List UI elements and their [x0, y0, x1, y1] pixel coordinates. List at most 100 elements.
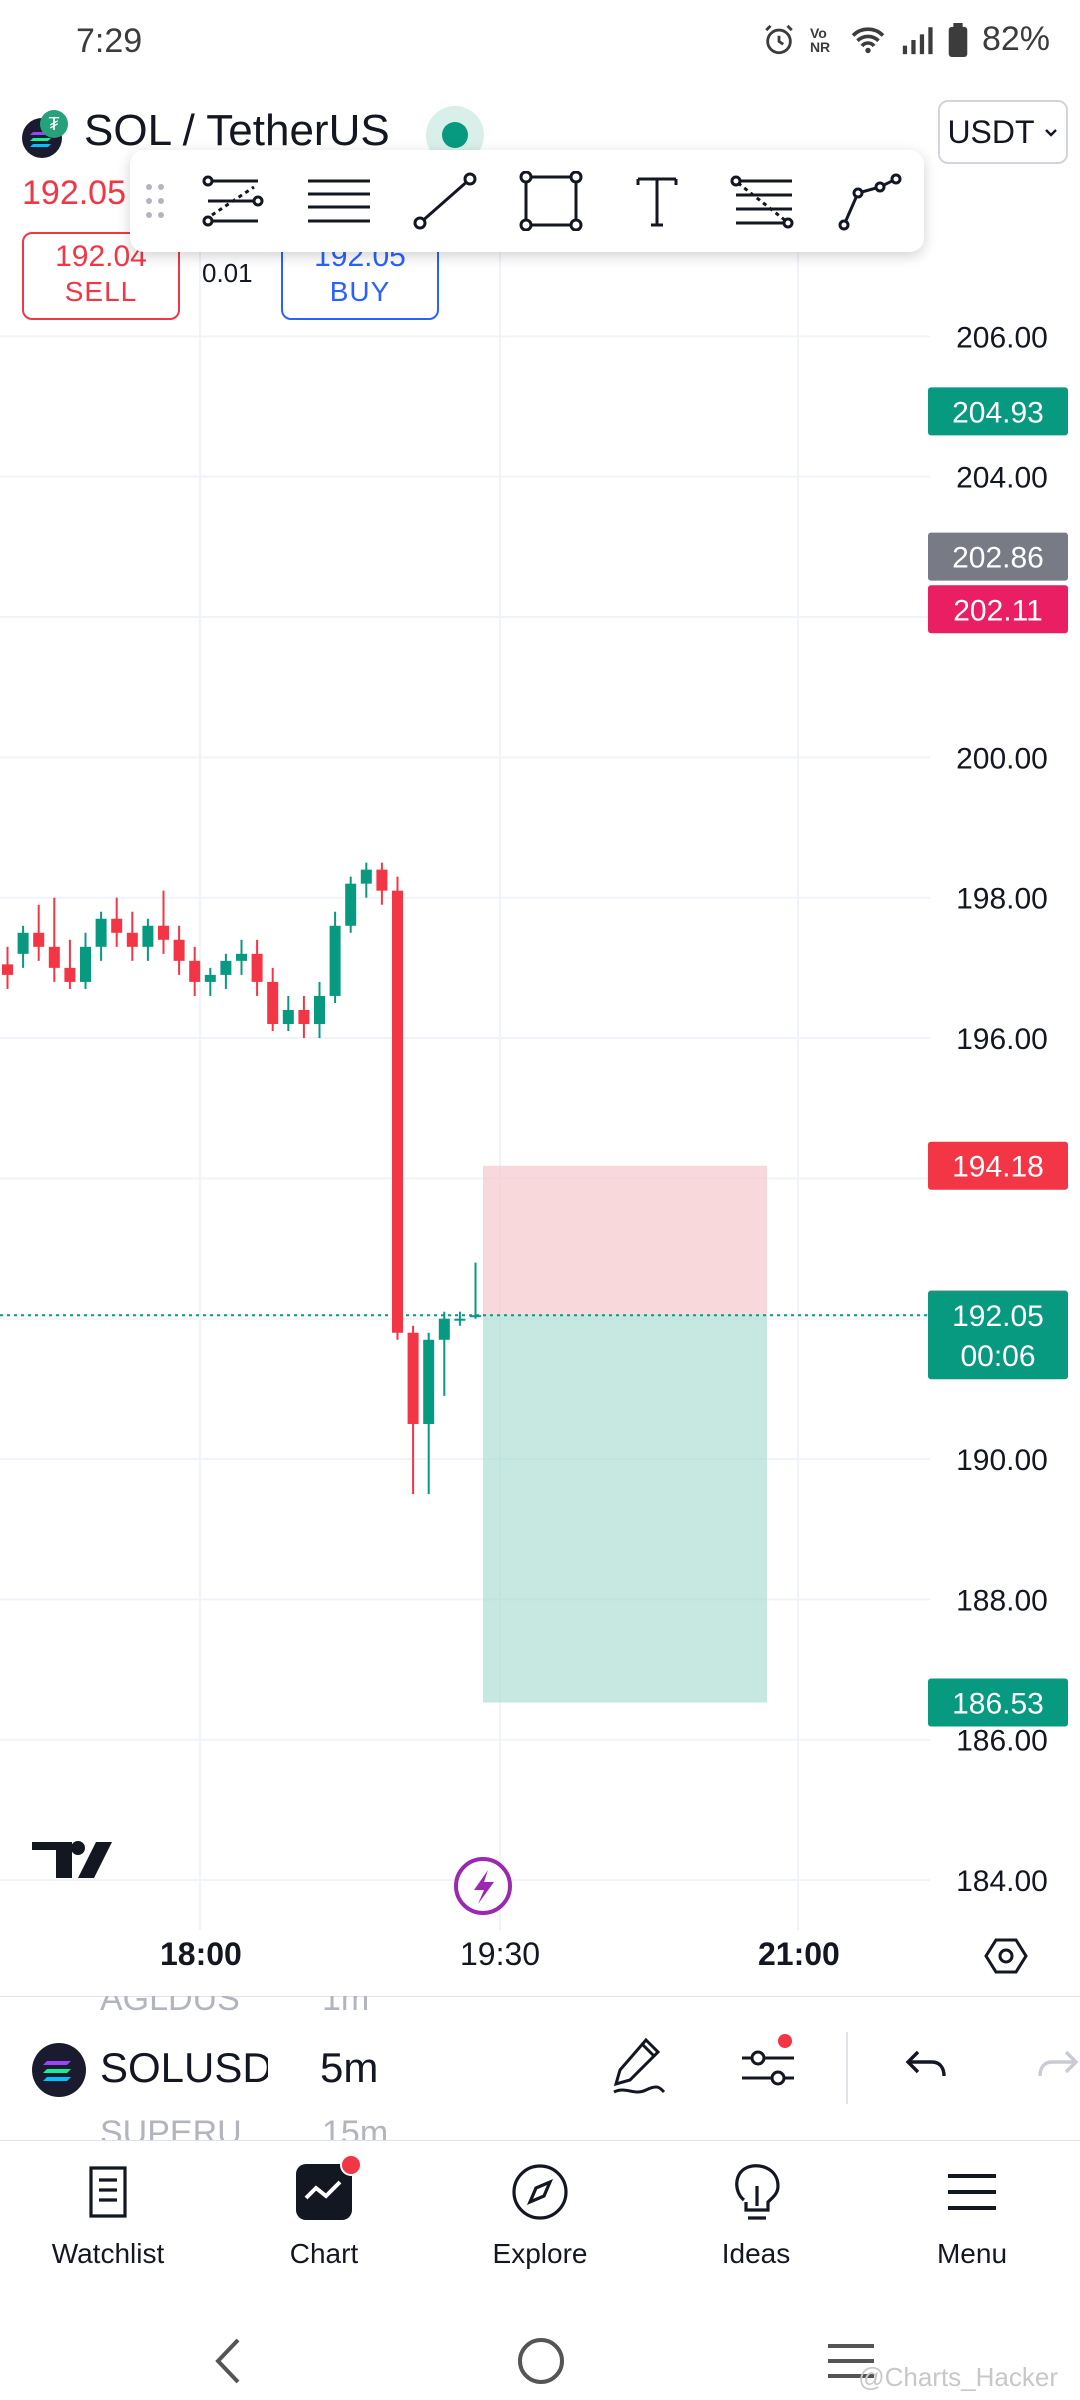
- home-nav-icon[interactable]: [516, 2336, 566, 2386]
- redo-icon[interactable]: [1036, 2046, 1080, 2086]
- candle-body: [282, 1009, 294, 1025]
- candle-body: [329, 925, 341, 996]
- price-axis-label: 200.00: [956, 742, 1048, 775]
- nav-chart[interactable]: Chart: [216, 2142, 432, 2292]
- current-symbol[interactable]: SOLUSDT: [100, 2044, 268, 2092]
- nav-ideas[interactable]: Ideas: [648, 2142, 864, 2292]
- watermark: @Charts_Hacker: [858, 2362, 1058, 2392]
- price-axis-label: 188.00: [956, 1584, 1048, 1617]
- time-tick-18-00: 18:00: [160, 1936, 242, 1972]
- candle-body: [64, 967, 76, 982]
- candle-body: [470, 1315, 481, 1318]
- nav-menu[interactable]: Menu: [864, 2142, 1080, 2292]
- nav-label-explore: Explore: [492, 2238, 588, 2269]
- candle-body: [345, 883, 357, 926]
- horizontal-lines-tool[interactable]: [286, 156, 392, 246]
- candle-body: [251, 953, 263, 982]
- ghost-interval-below: 15m: [322, 2114, 389, 2141]
- candle-body: [189, 960, 201, 982]
- alarm-icon: [765, 24, 793, 54]
- candle-body: [142, 925, 154, 947]
- time-tick-21-00: 21:00: [758, 1936, 840, 1972]
- chart-settings-icon[interactable]: [984, 1934, 1028, 1978]
- time-tick-19-30: 19:30: [460, 1936, 541, 1972]
- horizontal-lines-icon: [308, 179, 370, 223]
- candle-body: [204, 974, 216, 982]
- ghost-symbol-above: AGLDUS: [100, 1996, 240, 2018]
- candle-body: [80, 946, 91, 982]
- current-interval[interactable]: 5m: [320, 2044, 378, 2092]
- time-axis[interactable]: 18:00 19:30 21:00: [0, 1930, 1080, 1997]
- candle-body: [2, 964, 13, 975]
- status-bar: 7:29 Vo NR 82%: [0, 0, 1080, 90]
- price-axis-label: 186.00: [956, 1725, 1048, 1758]
- nav-watchlist[interactable]: Watchlist: [0, 2142, 216, 2292]
- trend-line-tool[interactable]: [392, 156, 498, 246]
- wifi-icon: [851, 26, 885, 53]
- tradingview-logo-dot: [71, 1841, 85, 1855]
- fib-retracement-icon: [730, 175, 794, 229]
- network-type-label: Vo NR: [809, 24, 831, 55]
- candle-body: [126, 932, 138, 947]
- ghost-symbol-below: SUPERU: [100, 2114, 242, 2141]
- path-tool[interactable]: [816, 156, 922, 246]
- nav-label-chart: Chart: [289, 2238, 359, 2269]
- trend-angle-icon: [202, 175, 264, 227]
- row-divider: [846, 2032, 848, 2104]
- text-tool[interactable]: [604, 156, 710, 246]
- candle-body: [438, 1318, 450, 1340]
- bottom-nav: Watchlist Chart Explore Ideas Menu: [0, 2142, 1080, 2292]
- solana-icon: [32, 2043, 86, 2097]
- candle-body: [158, 925, 169, 940]
- chevron-down-icon: [1044, 129, 1057, 137]
- chart-area[interactable]: 208.00206.00204.00200.00198.00196.00190.…: [0, 250, 1080, 1930]
- candle-body: [111, 918, 123, 933]
- trend-line-icon: [413, 172, 477, 230]
- watchlist-icon: [76, 2160, 140, 2224]
- price-badge-countdown: 00:06: [960, 1340, 1035, 1373]
- menu-icon: [940, 2160, 1004, 2224]
- ghost-interval-above: 1m: [322, 1996, 370, 2018]
- currency-select[interactable]: USDT: [938, 100, 1068, 164]
- back-nav-icon[interactable]: [210, 2336, 246, 2386]
- price-axis-label: 198.00: [956, 883, 1048, 916]
- currency-value: USDT: [947, 113, 1035, 150]
- price-badge-label: 202.86: [952, 542, 1044, 575]
- candle-body: [298, 1009, 310, 1025]
- candle-body: [314, 995, 325, 1025]
- price-badge-label: 202.11: [953, 594, 1043, 627]
- price-axis-label: 196.00: [956, 1023, 1048, 1056]
- svg-text:₮: ₮: [49, 114, 60, 134]
- symbol-title[interactable]: SOL / TetherUS: [84, 106, 390, 156]
- nav-explore[interactable]: Explore: [432, 2142, 648, 2292]
- candle-body: [376, 869, 388, 891]
- nav-label-ideas: Ideas: [721, 2238, 791, 2269]
- tether-badge-icon: ₮: [40, 110, 68, 138]
- path-icon: [838, 173, 902, 231]
- drawing-toolbar[interactable]: [130, 150, 924, 252]
- rectangle-tool[interactable]: [498, 156, 604, 246]
- price-badge-label: 204.93: [952, 396, 1044, 429]
- undo-icon[interactable]: [904, 2046, 948, 2086]
- drag-handle-icon[interactable]: [130, 181, 180, 221]
- market-open-indicator: [442, 122, 468, 148]
- candle-body: [392, 890, 403, 1333]
- position-stop-zone: [483, 1165, 767, 1315]
- price-badge-label: 192.05: [952, 1300, 1044, 1333]
- price-chart[interactable]: 208.00206.00204.00200.00198.00196.00190.…: [0, 250, 1080, 1930]
- candle-body: [236, 953, 247, 961]
- status-icons: Vo NR 82%: [762, 20, 1050, 59]
- candle-body: [48, 946, 60, 968]
- fib-retracement-tool[interactable]: [710, 156, 816, 246]
- battery-icon: [948, 22, 968, 57]
- candle-body: [454, 1318, 466, 1321]
- rectangle-icon: [519, 171, 583, 231]
- price-axis-label: 204.00: [956, 462, 1048, 495]
- last-price: 192.05: [22, 174, 126, 212]
- candle-body: [360, 869, 372, 884]
- trend-angle-tool[interactable]: [180, 156, 286, 246]
- compass-icon: [508, 2160, 572, 2224]
- pencil-icon[interactable]: [610, 2034, 666, 2098]
- candle-body: [33, 932, 45, 947]
- candle-body: [95, 918, 107, 947]
